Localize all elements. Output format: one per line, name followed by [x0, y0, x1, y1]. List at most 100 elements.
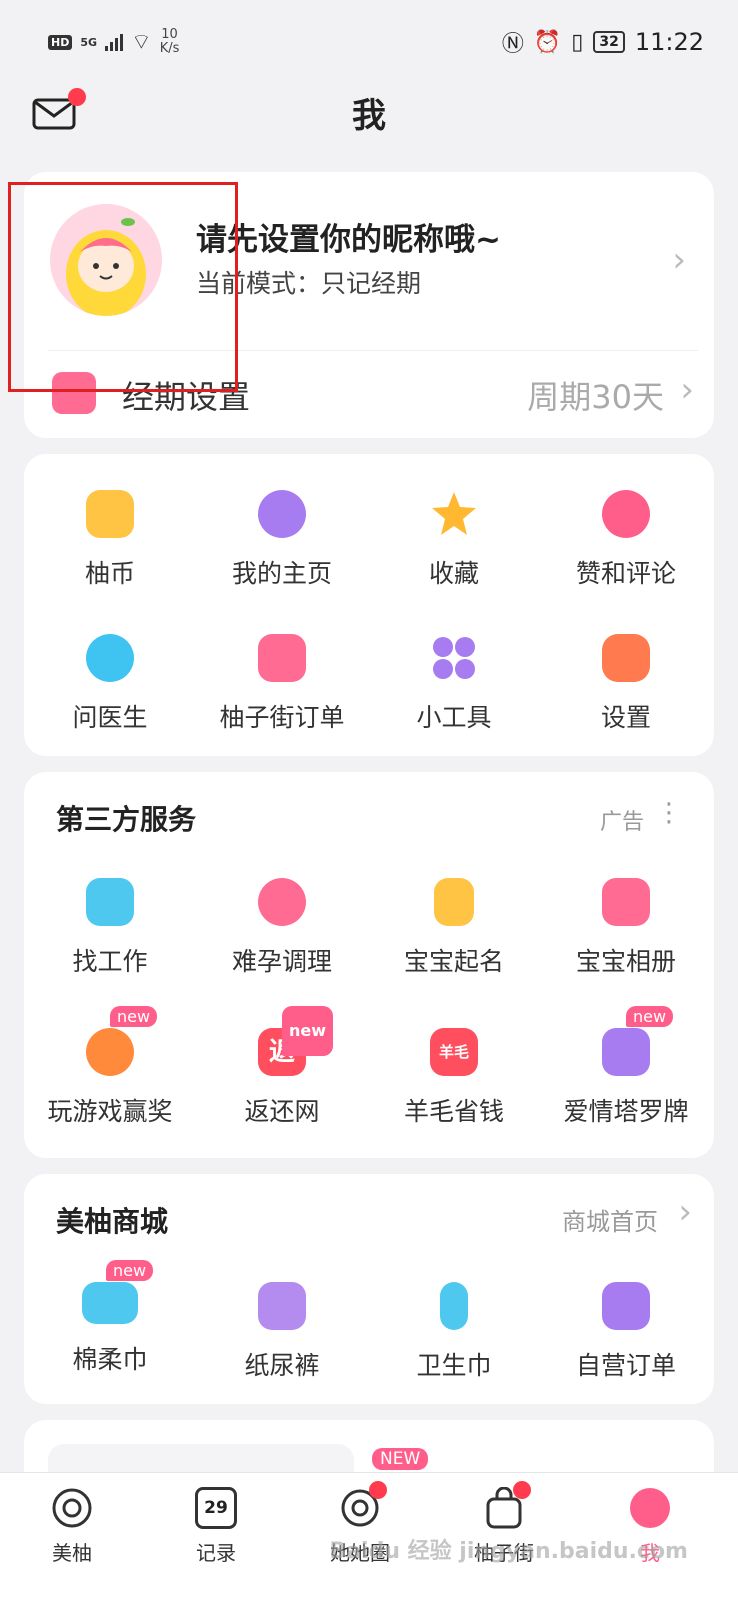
period-cycle-value[interactable]: 周期30天: [527, 372, 664, 418]
mall-item-pad[interactable]: 卫生巾: [368, 1282, 540, 1382]
service-label: 玩游戏赢奖: [47, 1097, 173, 1126]
third-party-card: 第三方服务 广告 ⋮ 找工作 难孕调理 宝宝起名 宝宝相册 new 玩游戏赢奖 返…: [24, 772, 714, 1158]
doctor-icon: [86, 634, 134, 682]
network-type: 5G: [80, 35, 98, 49]
order-icon: [258, 634, 306, 682]
calendar-icon: 29: [195, 1487, 237, 1529]
tools-icon: [430, 634, 478, 682]
menu-item-orders[interactable]: 柚子街订单: [196, 634, 368, 734]
mall-label: 纸尿裤: [244, 1351, 320, 1380]
clock: 11:22: [634, 28, 704, 56]
service-label: 羊毛省钱: [403, 1097, 504, 1126]
mall-home-link[interactable]: 商城首页: [562, 1202, 658, 1237]
watermark: Baidu 经验 jingyan.baidu.com: [329, 1539, 688, 1564]
nfc-icon: Ⓝ: [501, 32, 524, 57]
nickname: 请先设置你的昵称哦~: [196, 222, 501, 258]
service-label: 爱情塔罗牌: [563, 1097, 689, 1126]
hd-indicator: HD: [48, 34, 73, 50]
menu-label: 设置: [600, 703, 651, 732]
mall-label: 棉柔巾: [72, 1345, 148, 1374]
pad-icon: [440, 1282, 468, 1330]
speed-unit: K/s: [159, 41, 180, 56]
community-icon: [339, 1481, 387, 1529]
bottom-tab-bar: 美柚 29 记录 她她圈 柚子街 我 Baidu 经验 jingyan.baid…: [0, 1472, 738, 1600]
page-title: 我: [352, 96, 386, 136]
savings-glyph: 羊毛: [438, 1043, 469, 1061]
menu-item-coin[interactable]: 柚币: [24, 490, 196, 590]
section-title: 美柚商城: [56, 1205, 169, 1238]
promo-new-badge: NEW: [372, 1448, 429, 1470]
chevron-right-icon: ›: [678, 1192, 692, 1232]
cotton-towel-icon: new: [82, 1260, 154, 1324]
vibrate-icon: ▯: [571, 29, 584, 55]
tab-record[interactable]: 29 记录: [166, 1487, 266, 1566]
menu-item-settings[interactable]: 设置: [540, 634, 712, 734]
savings-icon: 羊毛: [430, 1028, 478, 1076]
menu-label: 收藏: [428, 559, 479, 588]
signal-icon: [105, 33, 124, 51]
name-icon: [434, 878, 474, 926]
me-icon: [629, 1487, 671, 1529]
service-label: 宝宝相册: [575, 947, 676, 976]
speed-value: 10: [161, 27, 178, 42]
care-icon: [258, 878, 306, 926]
calendar-day: 29: [204, 1498, 228, 1518]
service-label: 返还网: [244, 1097, 320, 1126]
menu-item-favorites[interactable]: 收藏: [368, 490, 540, 590]
settings-icon: [602, 634, 650, 682]
mall-label: 卫生巾: [416, 1351, 492, 1380]
service-item-baby-album[interactable]: 宝宝相册: [540, 878, 712, 978]
thumbs-up-icon: [602, 490, 650, 538]
shop-bag-icon: [483, 1481, 531, 1529]
service-item-rebate[interactable]: 返new 返还网: [196, 1006, 368, 1128]
mall-item-self-order[interactable]: 自营订单: [540, 1282, 712, 1382]
new-badge: new: [110, 1006, 158, 1027]
menu-label: 我的主页: [231, 559, 332, 588]
menu-label: 柚子街订单: [219, 703, 345, 732]
section-title: 第三方服务: [56, 803, 197, 836]
mall-item-cotton[interactable]: new 棉柔巾: [24, 1260, 196, 1376]
menu-label: 赞和评论: [575, 559, 676, 588]
service-item-baby-name[interactable]: 宝宝起名: [368, 878, 540, 978]
wifi-icon: ⌔: [131, 30, 152, 55]
service-item-tarot[interactable]: new 爱情塔罗牌: [540, 1006, 712, 1128]
briefcase-icon: [86, 878, 134, 926]
tab-label: 记录: [196, 1541, 236, 1565]
service-item-job[interactable]: 找工作: [24, 878, 196, 978]
tarot-icon: new: [602, 1006, 674, 1076]
service-item-game[interactable]: new 玩游戏赢奖: [24, 1006, 196, 1128]
service-item-fertility[interactable]: 难孕调理: [196, 878, 368, 978]
home-icon: [51, 1487, 93, 1529]
new-badge: new: [626, 1006, 674, 1027]
status-bar: HD 5G ⌔ 10 K/s Ⓝ ⏰ ▯ 32 11:22: [0, 0, 738, 80]
highlight-box: [8, 182, 238, 392]
menu-item-tools[interactable]: 小工具: [368, 634, 540, 734]
tab-label: 美柚: [52, 1541, 92, 1565]
network-speed: 10 K/s: [160, 28, 180, 56]
menu-label: 柚币: [84, 559, 135, 588]
chevron-right-icon: ›: [672, 240, 686, 280]
new-badge: new: [106, 1260, 154, 1281]
service-label: 宝宝起名: [403, 947, 504, 976]
service-label: 找工作: [72, 947, 148, 976]
diaper-icon: [258, 1282, 306, 1330]
tab-meiyou[interactable]: 美柚: [22, 1487, 122, 1566]
self-order-icon: [602, 1282, 650, 1330]
new-badge: new: [282, 1006, 334, 1056]
chevron-right-icon: ›: [680, 370, 694, 410]
mall-item-diaper[interactable]: 纸尿裤: [196, 1282, 368, 1382]
service-item-savings[interactable]: 羊毛 羊毛省钱: [368, 1028, 540, 1128]
star-icon: [430, 490, 478, 538]
menu-item-homepage[interactable]: 我的主页: [196, 490, 368, 590]
notification-dot: [369, 1481, 387, 1499]
menu-label: 问医生: [72, 703, 148, 732]
menu-item-doctor[interactable]: 问医生: [24, 634, 196, 734]
quick-menu-card: 柚币 我的主页 收藏 赞和评论 问医生 柚子街订单 小工具 设置: [24, 454, 714, 756]
notification-dot: [513, 1481, 531, 1499]
mall-label: 自营订单: [575, 1351, 676, 1380]
profile-icon: [258, 490, 306, 538]
rebate-icon: 返new: [258, 1006, 334, 1076]
menu-item-likes[interactable]: 赞和评论: [540, 490, 712, 590]
service-label: 难孕调理: [231, 947, 332, 976]
more-icon[interactable]: ⋮: [656, 798, 682, 828]
